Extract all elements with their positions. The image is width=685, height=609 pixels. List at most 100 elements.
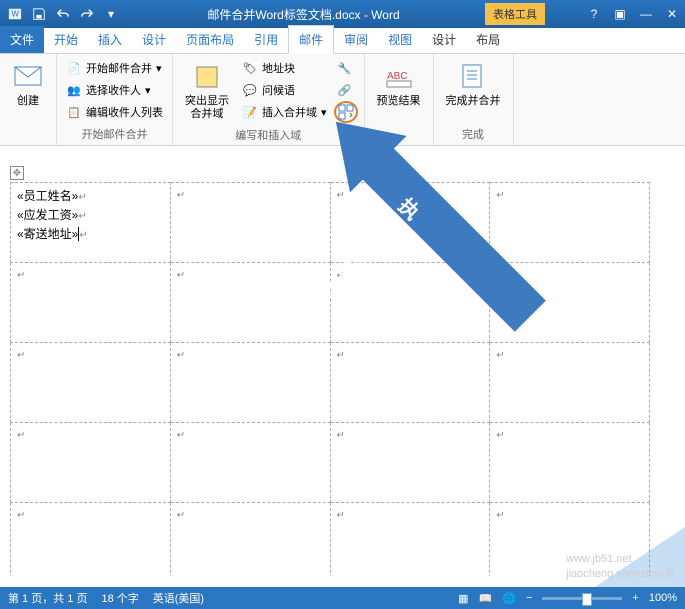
label-cell[interactable]: ↵ bbox=[330, 263, 490, 343]
zoom-out-button[interactable]: − bbox=[526, 592, 532, 604]
group-preview: ABC 预览结果 bbox=[365, 54, 434, 145]
label-cell[interactable]: ↵ bbox=[170, 183, 330, 263]
svg-text:W: W bbox=[12, 10, 20, 19]
envelope-icon bbox=[12, 61, 44, 93]
tab-table-design[interactable]: 设计 bbox=[422, 26, 466, 53]
preview-results-button[interactable]: ABC 预览结果 bbox=[371, 57, 427, 112]
tab-design[interactable]: 设计 bbox=[132, 26, 176, 53]
watermark: www.jb51.net jiaocheng.shenzhan家 bbox=[566, 553, 675, 581]
start-mail-merge-button[interactable]: 📄开始邮件合并▾ bbox=[63, 57, 166, 79]
paragraph-mark-icon: ↵ bbox=[177, 270, 185, 281]
table-row: ↵ ↵ ↵ ↵ bbox=[11, 263, 650, 343]
highlight-icon bbox=[191, 61, 223, 93]
paragraph-mark-icon: ↵ bbox=[177, 350, 185, 361]
label-cell[interactable]: ↵ bbox=[11, 503, 171, 577]
tab-insert[interactable]: 插入 bbox=[88, 26, 132, 53]
tab-references[interactable]: 引用 bbox=[244, 26, 288, 53]
address-block-icon: 🏷 bbox=[242, 60, 258, 76]
redo-icon[interactable] bbox=[76, 3, 98, 25]
update-labels-icon bbox=[338, 104, 354, 120]
paragraph-mark-icon: ↵ bbox=[496, 510, 504, 521]
paragraph-mark-icon: ↵ bbox=[17, 430, 25, 441]
select-recipients-button[interactable]: 👥选择收件人▾ bbox=[63, 79, 166, 101]
label-cell[interactable]: ↵ bbox=[330, 343, 490, 423]
rules-icon: 🔧 bbox=[337, 60, 353, 76]
word-app-icon[interactable]: W bbox=[4, 3, 26, 25]
label-cell[interactable]: ↵ bbox=[490, 183, 650, 263]
address-block-button[interactable]: 🏷地址块 bbox=[239, 57, 330, 79]
paragraph-mark-icon: ↵ bbox=[17, 510, 25, 521]
status-bar: 第 1 页，共 1 页 18 个字 英语(美国) ▦ 📖 🌐 − + 100% bbox=[0, 587, 685, 609]
zoom-in-button[interactable]: + bbox=[632, 592, 638, 604]
paragraph-mark-icon: ↵ bbox=[496, 190, 504, 201]
label-cell[interactable]: ↵ bbox=[11, 423, 171, 503]
update-labels-button[interactable] bbox=[334, 101, 358, 123]
tab-review[interactable]: 审阅 bbox=[334, 26, 378, 53]
close-button[interactable]: ✕ bbox=[663, 7, 681, 21]
save-icon[interactable] bbox=[28, 3, 50, 25]
tab-page-layout[interactable]: 页面布局 bbox=[176, 26, 244, 53]
paragraph-mark-icon: ↵ bbox=[177, 510, 185, 521]
highlight-merge-fields-button[interactable]: 突出显示 合并域 bbox=[179, 57, 235, 125]
table-move-handle[interactable]: ✥ bbox=[10, 166, 24, 180]
paragraph-mark-icon: ↵ bbox=[79, 230, 87, 241]
word-count[interactable]: 18 个字 bbox=[101, 590, 138, 606]
label-cell[interactable]: ↵ bbox=[11, 263, 171, 343]
label-cell[interactable]: ↵ bbox=[330, 183, 490, 263]
label-cell[interactable]: ↵ bbox=[330, 503, 490, 577]
label-cell[interactable]: ↵ bbox=[170, 503, 330, 577]
window-controls: ? ▣ — ✕ bbox=[585, 7, 681, 21]
label-cell[interactable]: ↵ bbox=[170, 343, 330, 423]
match-fields-button[interactable]: 🔗 bbox=[334, 79, 358, 101]
ribbon-options-button[interactable]: ▣ bbox=[611, 7, 629, 21]
label-cell[interactable]: «员工姓名»↵ «应发工资»↵ «寄送地址»↵ bbox=[11, 183, 171, 263]
finish-merge-button[interactable]: 完成并合并 bbox=[440, 57, 507, 112]
label-cell[interactable]: ↵ bbox=[170, 263, 330, 343]
mail-merge-icon: 📄 bbox=[66, 60, 82, 76]
merge-field: «应发工资» bbox=[17, 208, 78, 222]
context-tool-label: 表格工具 bbox=[485, 3, 545, 25]
rules-button[interactable]: 🔧 bbox=[334, 57, 358, 79]
zoom-slider[interactable] bbox=[542, 597, 622, 600]
table-row: ↵ ↵ ↵ ↵ bbox=[11, 503, 650, 577]
edit-list-icon: 📋 bbox=[66, 104, 82, 120]
tab-view[interactable]: 视图 bbox=[378, 26, 422, 53]
paragraph-mark-icon: ↵ bbox=[337, 510, 345, 521]
finish-merge-icon bbox=[457, 61, 489, 93]
help-button[interactable]: ? bbox=[585, 7, 603, 21]
view-web-layout-icon[interactable]: 🌐 bbox=[502, 592, 516, 605]
paragraph-mark-icon: ↵ bbox=[337, 270, 345, 281]
paragraph-mark-icon: ↵ bbox=[496, 270, 504, 281]
label-cell[interactable]: ↵ bbox=[330, 423, 490, 503]
minimize-button[interactable]: — bbox=[637, 7, 655, 21]
tab-home[interactable]: 开始 bbox=[44, 26, 88, 53]
create-button[interactable]: 创建 bbox=[6, 57, 50, 112]
preview-icon: ABC bbox=[383, 61, 415, 93]
group-finish: 完成并合并 完成 bbox=[434, 54, 514, 145]
paragraph-mark-icon: ↵ bbox=[496, 350, 504, 361]
view-read-mode-icon[interactable]: 📖 bbox=[479, 592, 493, 605]
match-fields-icon: 🔗 bbox=[337, 82, 353, 98]
edit-recipient-list-button[interactable]: 📋编辑收件人列表 bbox=[63, 101, 166, 123]
insert-merge-field-button[interactable]: 📝插入合并域▾ bbox=[239, 101, 330, 123]
paragraph-mark-icon: ↵ bbox=[496, 430, 504, 441]
label-cell[interactable]: ↵ bbox=[170, 423, 330, 503]
qat-dropdown-icon[interactable]: ▾ bbox=[100, 3, 122, 25]
tab-file[interactable]: 文件 bbox=[0, 26, 44, 53]
label-cell[interactable]: ↵ bbox=[490, 423, 650, 503]
paragraph-mark-icon: ↵ bbox=[17, 270, 25, 281]
document-area[interactable]: ✥ «员工姓名»↵ «应发工资»↵ «寄送地址»↵ ↵ ↵ ↵ ↵ ↵ ↵ ↵ … bbox=[0, 146, 685, 576]
label-cell[interactable]: ↵ bbox=[490, 343, 650, 423]
label-cell[interactable]: ↵ bbox=[11, 343, 171, 423]
page-indicator[interactable]: 第 1 页，共 1 页 bbox=[8, 590, 87, 606]
language-indicator[interactable]: 英语(美国) bbox=[153, 590, 204, 606]
view-print-layout-icon[interactable]: ▦ bbox=[458, 592, 468, 605]
tab-table-layout[interactable]: 布局 bbox=[466, 26, 510, 53]
tab-mailings[interactable]: 邮件 bbox=[288, 25, 334, 54]
zoom-level[interactable]: 100% bbox=[649, 592, 677, 604]
greeting-line-button[interactable]: 💬问候语 bbox=[239, 79, 330, 101]
label-cell[interactable]: ↵ bbox=[490, 263, 650, 343]
paragraph-mark-icon: ↵ bbox=[177, 190, 185, 201]
label-table[interactable]: «员工姓名»↵ «应发工资»↵ «寄送地址»↵ ↵ ↵ ↵ ↵ ↵ ↵ ↵ ↵ … bbox=[10, 182, 650, 576]
undo-icon[interactable] bbox=[52, 3, 74, 25]
